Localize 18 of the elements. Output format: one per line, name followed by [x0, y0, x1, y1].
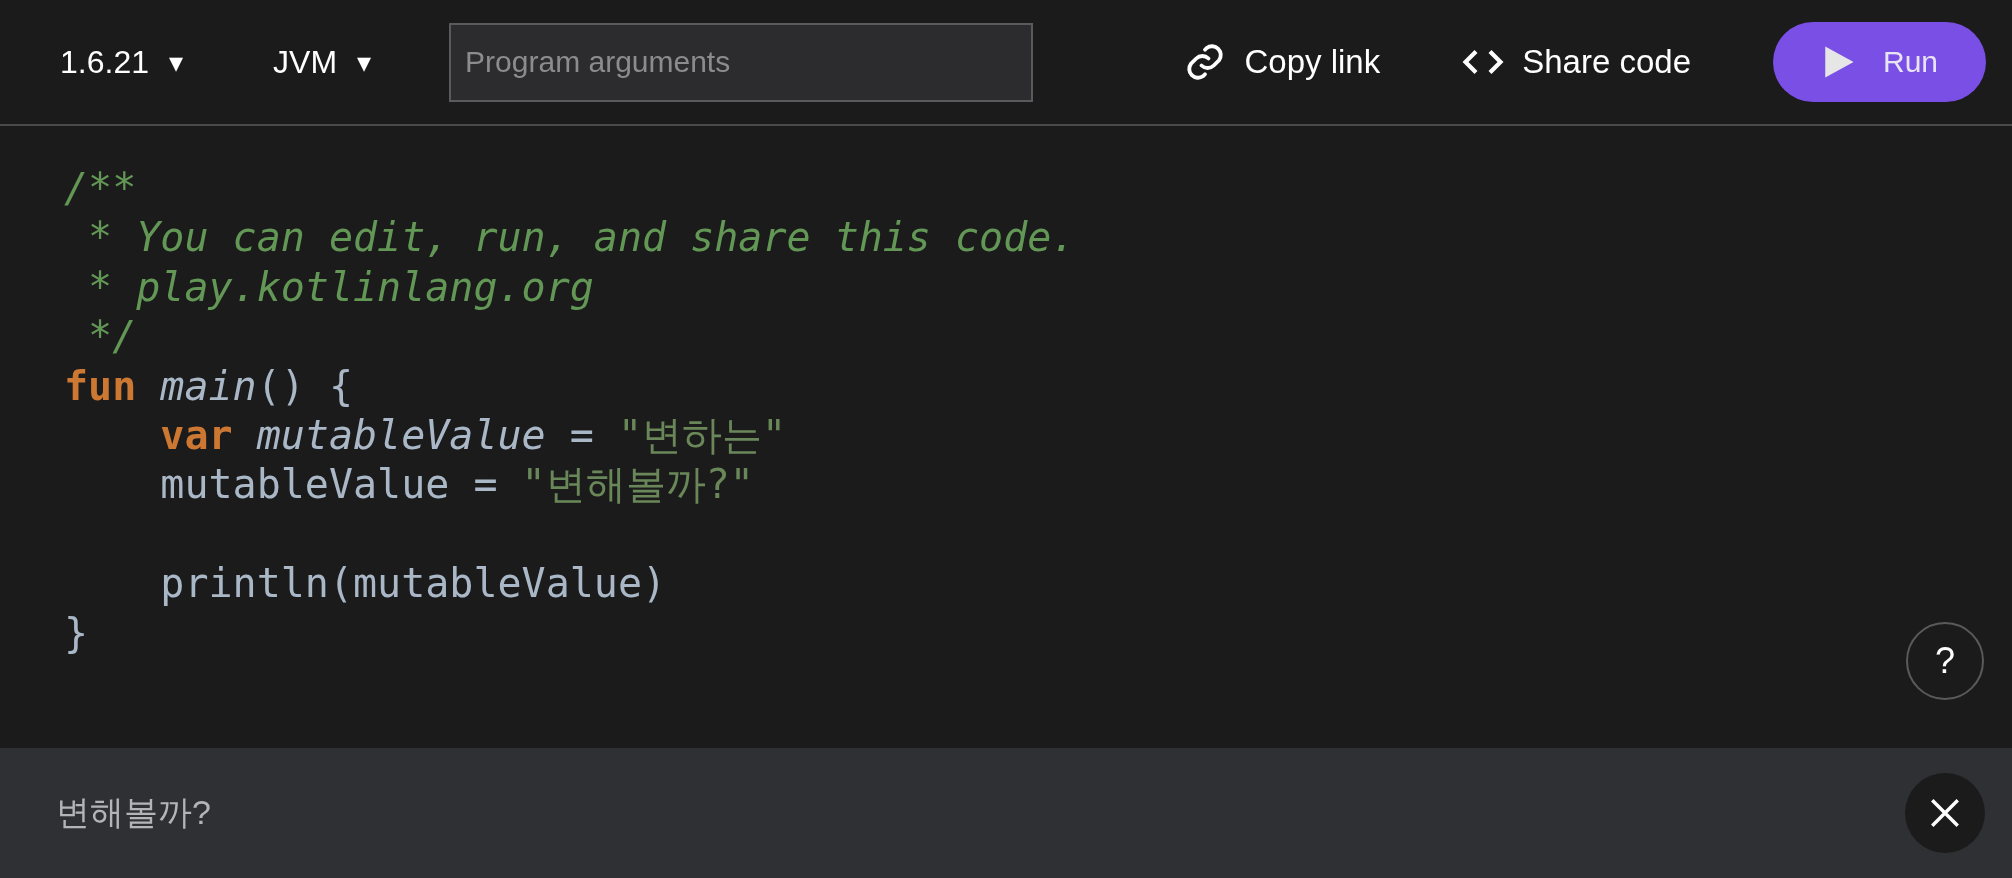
code-line: fun main() {	[64, 361, 353, 411]
output-text: 변해볼까?	[56, 792, 212, 833]
code-line: println(mutableValue)	[159, 559, 667, 609]
code-line: */	[87, 312, 137, 362]
code-line: /**	[64, 164, 137, 213]
copy-link-button[interactable]: Copy link	[1184, 41, 1381, 83]
platform-dropdown[interactable]: JVM ▾	[273, 43, 372, 81]
run-button[interactable]: Run	[1773, 22, 1986, 102]
program-arguments-field[interactable]: Program arguments	[449, 22, 1034, 102]
share-code-button[interactable]: Share code	[1462, 41, 1691, 83]
code-line: * You can edit, run, and share this code.	[87, 213, 1076, 263]
code-line: * play.kotlinlang.org	[87, 262, 594, 312]
close-icon	[1928, 796, 1962, 830]
code-line: var mutableValue = "변하는"	[159, 410, 787, 460]
version-dropdown[interactable]: 1.6.21 ▾	[60, 43, 184, 81]
help-button[interactable]: ?	[1906, 622, 1984, 700]
code-line: }	[64, 608, 89, 658]
code-line: mutableValue = "변해볼까?"	[159, 460, 754, 510]
